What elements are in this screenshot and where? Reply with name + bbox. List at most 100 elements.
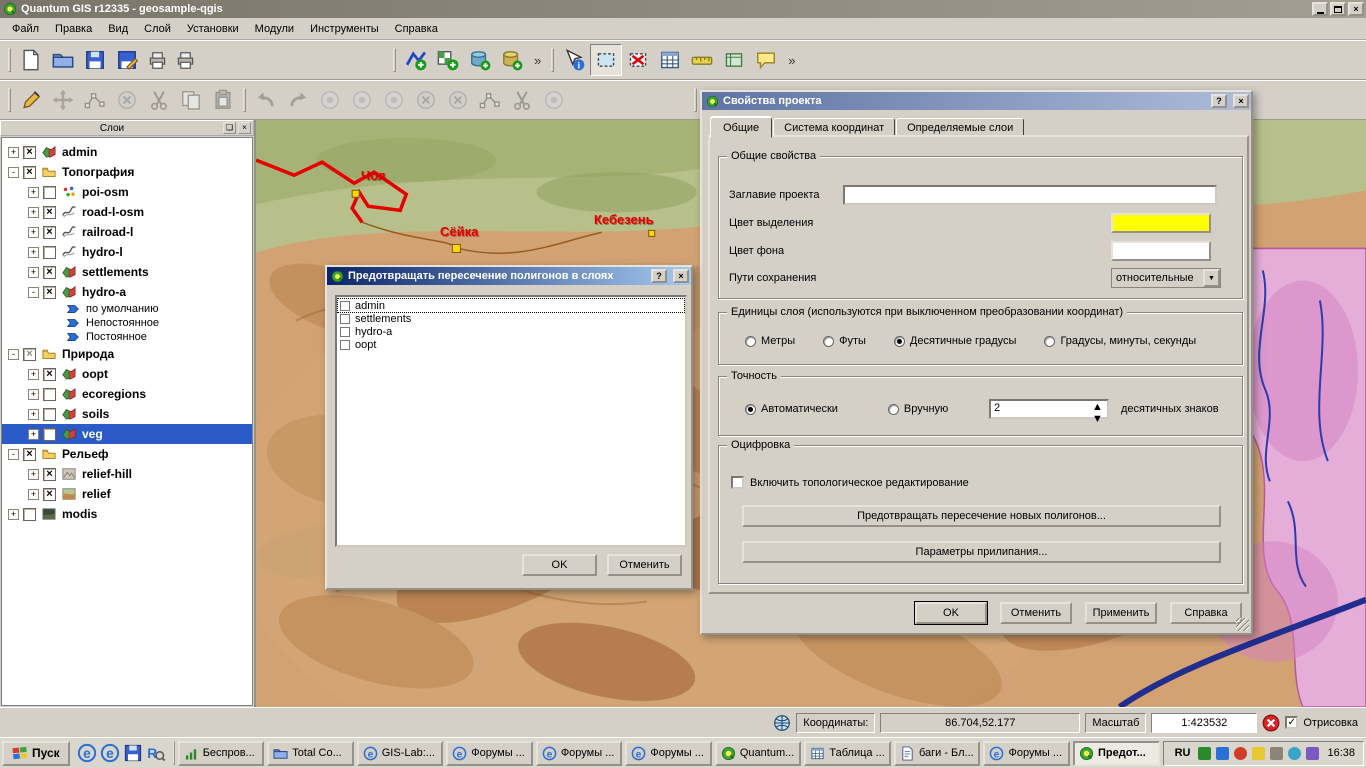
menu-item[interactable]: Справка (387, 20, 446, 38)
help-titlebar-button[interactable]: ? (1211, 94, 1227, 108)
tree-expander-icon[interactable]: + (28, 429, 39, 440)
tray-icon-2[interactable] (1216, 747, 1229, 760)
apply-button[interactable]: Применить (1085, 602, 1157, 624)
checklist-item[interactable]: oopt (338, 338, 684, 351)
toolbar-grip[interactable] (551, 48, 554, 72)
layer-visibility-checkbox[interactable] (43, 246, 56, 259)
help-button[interactable]: Справка (1170, 602, 1242, 624)
layer-visibility-checkbox[interactable]: × (43, 488, 56, 501)
layer-row[interactable]: -×Топография (2, 162, 252, 182)
menu-item[interactable]: Вид (100, 20, 136, 38)
taskbar-button[interactable]: Таблица ... (804, 741, 891, 766)
tray-icon-6[interactable] (1288, 747, 1301, 760)
unit-radio[interactable]: Футы (823, 335, 866, 347)
taskbar-button[interactable]: Форумы ... (625, 741, 712, 766)
new-project-button[interactable] (15, 44, 47, 76)
internet-explorer-icon[interactable] (100, 743, 120, 763)
panel-close-icon[interactable]: × (238, 122, 251, 134)
r-search-icon[interactable] (146, 743, 166, 763)
paste-features-button[interactable] (207, 84, 239, 116)
print-composer-button[interactable] (143, 46, 171, 74)
tray-icon-7[interactable] (1306, 747, 1319, 760)
layer-visibility-checkbox[interactable]: × (43, 266, 56, 279)
spinner-up-icon[interactable]: ▲ (1092, 401, 1107, 413)
snapping-options-button[interactable]: Параметры прилипания... (742, 541, 1221, 563)
menu-item[interactable]: Правка (47, 20, 100, 38)
tray-icon-1[interactable] (1198, 747, 1211, 760)
tree-expander-icon[interactable]: + (28, 469, 39, 480)
move-feature-button[interactable] (47, 84, 79, 116)
layer-row[interactable]: +ecoregions (2, 384, 252, 404)
toolbar-overflow-icon[interactable]: » (788, 53, 795, 68)
toolbar-overflow-icon[interactable]: » (534, 53, 541, 68)
select-features-button[interactable] (590, 44, 622, 76)
menu-item[interactable]: Установки (179, 20, 247, 38)
layer-visibility-checkbox[interactable]: × (43, 286, 56, 299)
delete-part-button[interactable] (442, 84, 474, 116)
menu-item[interactable]: Инструменты (302, 20, 387, 38)
browser-quicklaunch-icon[interactable] (77, 743, 97, 763)
layer-row[interactable]: -×Природа (2, 344, 252, 364)
layer-row[interactable]: Постоянное (2, 330, 252, 344)
measure-area-button[interactable] (718, 44, 750, 76)
layer-row[interactable]: +×railroad-l (2, 222, 252, 242)
taskbar-button[interactable]: Форумы ... (536, 741, 623, 766)
print-button[interactable] (171, 46, 199, 74)
checklist-item[interactable]: hydro-a (338, 325, 684, 338)
precision-radio[interactable]: Автоматически (745, 403, 838, 415)
measure-line-button[interactable] (686, 44, 718, 76)
undo-button[interactable] (250, 84, 282, 116)
topology-checkbox[interactable] (731, 476, 744, 489)
start-button[interactable]: Пуск (2, 741, 70, 766)
decimal-places-spinner[interactable]: 2 ▲▼ (989, 399, 1109, 419)
layer-row[interactable]: +×settlements (2, 262, 252, 282)
taskbar-button[interactable]: GIS-Lab:... (357, 741, 444, 766)
taskbar-button[interactable]: Беспров... (178, 741, 265, 766)
item-checkbox[interactable] (340, 301, 350, 311)
item-checkbox[interactable] (340, 327, 350, 337)
add-wms-layer-button[interactable] (496, 44, 528, 76)
layer-row[interactable]: +×road-l-osm (2, 202, 252, 222)
toolbar-grip[interactable] (8, 48, 11, 72)
tree-expander-icon[interactable]: + (28, 489, 39, 500)
layer-row[interactable]: Непостоянное (2, 316, 252, 330)
layer-row[interactable]: +modis (2, 504, 252, 524)
layer-row[interactable]: +×relief-hill (2, 464, 252, 484)
selection-color-button[interactable] (1111, 213, 1211, 233)
precision-radio[interactable]: Вручную (888, 403, 948, 415)
layer-visibility-checkbox[interactable]: × (43, 468, 56, 481)
close-button[interactable]: × (1348, 2, 1364, 16)
layer-visibility-checkbox[interactable]: × (43, 226, 56, 239)
dialog-close-button[interactable]: × (673, 269, 689, 283)
layer-visibility-checkbox[interactable] (43, 186, 56, 199)
layer-visibility-checkbox[interactable]: × (43, 206, 56, 219)
cancel-button[interactable]: Отменить (1000, 602, 1072, 624)
tree-expander-icon[interactable]: + (8, 509, 19, 520)
checklist-item[interactable]: admin (338, 299, 684, 312)
maximize-button[interactable] (1330, 2, 1346, 16)
toolbar-grip[interactable] (8, 88, 11, 112)
scale-value[interactable]: 1:423532 (1151, 713, 1257, 733)
tree-expander-icon[interactable]: + (28, 207, 39, 218)
layer-row[interactable]: +×oopt (2, 364, 252, 384)
delete-selected-button[interactable] (111, 84, 143, 116)
layer-visibility-checkbox[interactable]: × (23, 448, 36, 461)
layer-row[interactable]: +hydro-l (2, 242, 252, 262)
taskbar-button[interactable]: Форумы ... (983, 741, 1070, 766)
ok-button[interactable]: OK (522, 554, 597, 576)
chevron-down-icon[interactable]: ▼ (1203, 269, 1220, 287)
save-project-button[interactable] (79, 44, 111, 76)
unit-radio[interactable]: Метры (745, 335, 795, 347)
redo-button[interactable] (282, 84, 314, 116)
annotation-button[interactable] (750, 44, 782, 76)
tray-icon-5[interactable] (1270, 747, 1283, 760)
add-postgis-layer-button[interactable] (464, 44, 496, 76)
layer-row[interactable]: +poi-osm (2, 182, 252, 202)
copy-features-button[interactable] (175, 84, 207, 116)
tree-expander-icon[interactable]: + (28, 247, 39, 258)
tree-expander-icon[interactable]: + (8, 147, 19, 158)
tree-expander-icon[interactable]: + (28, 187, 39, 198)
taskbar-button[interactable]: Форумы ... (446, 741, 533, 766)
layer-row[interactable]: -×Рельеф (2, 444, 252, 464)
layer-row[interactable]: +×admin (2, 142, 252, 162)
